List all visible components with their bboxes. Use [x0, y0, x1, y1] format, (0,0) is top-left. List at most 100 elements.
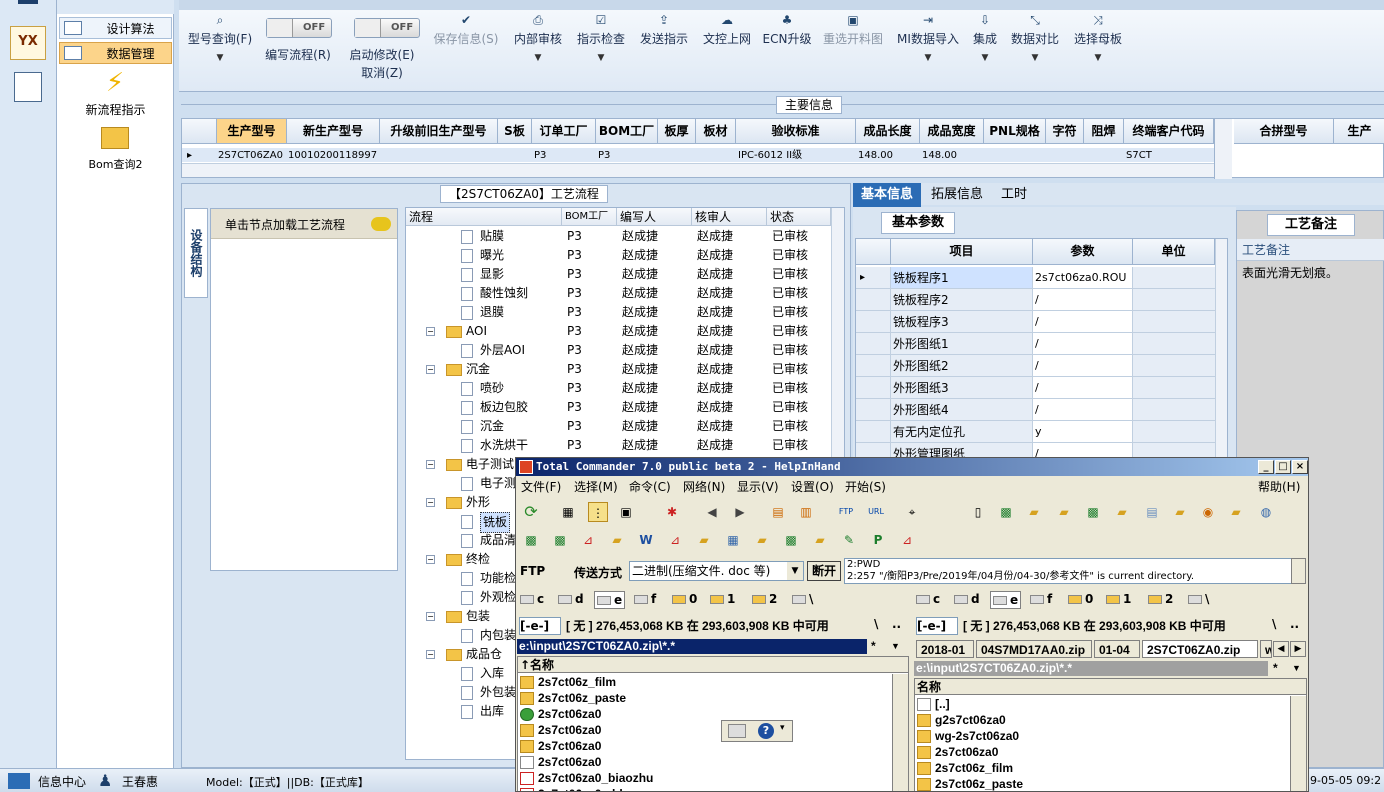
grid-icon[interactable] — [8, 773, 30, 789]
left-path[interactable]: e:\input\2S7CT06ZA0.zip\*.* — [517, 639, 867, 654]
collapse-icon[interactable]: − — [426, 498, 435, 507]
excel-icon[interactable]: ▩ — [521, 530, 541, 550]
write-process-button[interactable]: 编写流程(R) — [262, 46, 334, 63]
menu-settings[interactable]: 设置(O) — [791, 479, 834, 495]
col-acceptance-standard[interactable]: 验收标准 — [736, 119, 856, 144]
info-center-link[interactable]: 信息中心 — [38, 773, 86, 790]
left-drive-d[interactable]: d — [558, 591, 584, 607]
save-info-button[interactable]: ✔ 保存信息(S) — [431, 10, 501, 47]
collapse-icon[interactable]: − — [426, 612, 435, 621]
params-row[interactable]: 有无内定位孔 y — [856, 421, 1227, 443]
folder-icon[interactable]: ▰ — [607, 530, 627, 550]
col-production-model[interactable]: 生产型号 — [217, 119, 287, 144]
maximize-button[interactable]: □ — [1275, 460, 1291, 474]
tree-row[interactable]: − AOI P3 赵成捷 赵成捷 已审核 — [406, 322, 844, 341]
col-order-factory[interactable]: 订单工厂 — [532, 119, 596, 144]
pdf-icon[interactable]: ⊿ — [578, 530, 598, 550]
col-solder-mask[interactable]: 阻焊 — [1084, 119, 1124, 144]
lightning-icon[interactable]: ⚡ — [104, 68, 126, 98]
invert-selection-icon[interactable]: ✱ — [662, 502, 682, 522]
nav-item-data-management[interactable]: 数据管理 — [59, 42, 172, 64]
col-new-production-model[interactable]: 新生产型号 — [287, 119, 380, 144]
file-item[interactable]: wg-2s7ct06za0 — [917, 728, 1019, 744]
printer-icon[interactable] — [728, 724, 746, 738]
params-row[interactable]: 外形管理图纸 / — [856, 443, 1227, 457]
params-row[interactable]: ▸ 铣板程序1 2s7ct06za0.ROU — [856, 267, 1227, 289]
right-drive-f[interactable]: f — [1030, 591, 1052, 607]
col-width[interactable]: 成品宽度 — [920, 119, 984, 144]
editor-icon[interactable]: ✎ — [839, 530, 859, 550]
forward-arrow-icon[interactable]: ▶ — [730, 502, 750, 522]
params-row[interactable]: 外形图纸1 / — [856, 333, 1227, 355]
file-item[interactable]: 2s7ct06za0 — [520, 754, 601, 770]
params-col-value[interactable]: 参数 — [1033, 239, 1133, 265]
nav-item-design-algorithm[interactable]: 设计算法 — [59, 17, 172, 39]
folder-icon[interactable]: ▰ — [810, 530, 830, 550]
grid-vscrollbar[interactable] — [1214, 119, 1232, 179]
menu-help[interactable]: 帮助(H) — [1258, 479, 1300, 495]
tree-row[interactable]: 酸性蚀刻 P3 赵成捷 赵成捷 已审核 — [406, 284, 844, 303]
params-row[interactable]: 外形图纸3 / — [856, 377, 1227, 399]
right-drive-select[interactable]: [-e-] — [916, 617, 958, 635]
folder-icon[interactable]: ▰ — [1226, 502, 1246, 522]
pdf-icon[interactable]: ⊿ — [665, 530, 685, 550]
menu-select[interactable]: 选择(M) — [574, 479, 618, 495]
left-drive-e[interactable]: e — [594, 591, 626, 609]
url-icon[interactable]: URL — [866, 502, 886, 522]
file-item[interactable]: 2s7ct06z_paste — [917, 776, 1023, 791]
equipment-structure-tab[interactable]: 设备结构 — [184, 208, 208, 298]
chart-icon[interactable]: ▦ — [723, 530, 743, 550]
tree-row[interactable]: 喷砂 P3 赵成捷 赵成捷 已审核 — [406, 379, 844, 398]
file-item[interactable]: 2s7ct06z_paste — [520, 690, 626, 706]
collapse-icon[interactable]: − — [426, 650, 435, 659]
left-root-button[interactable]: \ — [874, 617, 878, 631]
tree-row[interactable]: 外层AOI P3 赵成捷 赵成捷 已审核 — [406, 341, 844, 360]
col-pnl-spec[interactable]: PNL规格 — [984, 119, 1046, 144]
pdf-icon[interactable]: ⊿ — [897, 530, 917, 550]
left-drive-0[interactable]: 0 — [672, 591, 697, 607]
file-item[interactable]: [..] — [917, 696, 950, 712]
pack-icon[interactable]: ▤ — [768, 502, 788, 522]
winrar-icon[interactable]: ◉ — [1198, 502, 1218, 522]
chevron-down-icon[interactable]: ▾ — [780, 723, 785, 733]
collapse-icon[interactable]: − — [426, 365, 435, 374]
left-name-header[interactable]: ↑名称 — [518, 657, 908, 673]
left-drive-c[interactable]: c — [520, 591, 544, 607]
excel-icon[interactable]: ▩ — [996, 502, 1016, 522]
tab-scroll-right-icon[interactable]: ▶ — [1290, 641, 1306, 657]
folder-icon[interactable]: ▰ — [752, 530, 772, 550]
thumbnail-icon[interactable]: ▣ — [616, 502, 636, 522]
unpack-icon[interactable]: ▥ — [796, 502, 816, 522]
model-query-button[interactable]: ⌕ 型号查询(F) ▼ — [185, 10, 255, 63]
col-combined-model[interactable]: 合拼型号 — [1234, 119, 1334, 144]
params-row[interactable]: 外形图纸2 / — [856, 355, 1227, 377]
excel-icon[interactable]: ▩ — [781, 530, 801, 550]
right-path[interactable]: e:\input\2S7CT06ZA0.zip\*.* — [914, 661, 1268, 676]
mi-data-import-button[interactable]: ⇥ MI数据导入 ▼ — [895, 10, 961, 63]
refresh-icon[interactable]: ⟳ — [521, 502, 541, 522]
disconnect-button[interactable]: 断开 — [807, 561, 841, 581]
chevron-down-icon[interactable]: ▼ — [889, 639, 905, 654]
folder-icon[interactable]: ▰ — [694, 530, 714, 550]
right-root-button[interactable]: \ — [1272, 617, 1276, 631]
left-drive-root[interactable]: \ — [792, 591, 813, 607]
params-row[interactable]: 铣板程序3 / — [856, 311, 1227, 333]
grid-hscrollbar[interactable] — [182, 163, 1214, 177]
tree-row[interactable]: 曝光 P3 赵成捷 赵成捷 已审核 — [406, 246, 844, 265]
params-row[interactable]: 外形图纸4 / — [856, 399, 1227, 421]
left-drive-1[interactable]: 1 — [710, 591, 735, 607]
tc-title-bar[interactable]: Total Commander 7.0 public beta 2 - Help… — [516, 458, 1308, 476]
minimize-button[interactable]: _ — [1258, 460, 1274, 474]
folder-tab[interactable]: 01-04 — [1094, 640, 1140, 658]
params-col-item[interactable]: 项目 — [891, 239, 1033, 265]
col-production-side[interactable]: 生产 — [1334, 119, 1384, 144]
params-row[interactable]: 铣板程序2 / — [856, 289, 1227, 311]
col-old-model[interactable]: 升级前旧生产型号 — [380, 119, 498, 144]
file-item[interactable]: 2s7ct06za0 — [520, 722, 601, 738]
left-drive-select[interactable]: [-e-] — [519, 617, 561, 635]
col-characters[interactable]: 字符 — [1046, 119, 1084, 144]
bom-query-label[interactable]: Bom查询2 — [57, 156, 174, 172]
help-icon[interactable]: ? — [758, 723, 774, 739]
ftp-log[interactable]: 2:PWD 2:257 "/衡阳P3/Pre/2019年/04月份/04-30/… — [844, 558, 1292, 584]
menu-icon[interactable] — [18, 0, 38, 4]
